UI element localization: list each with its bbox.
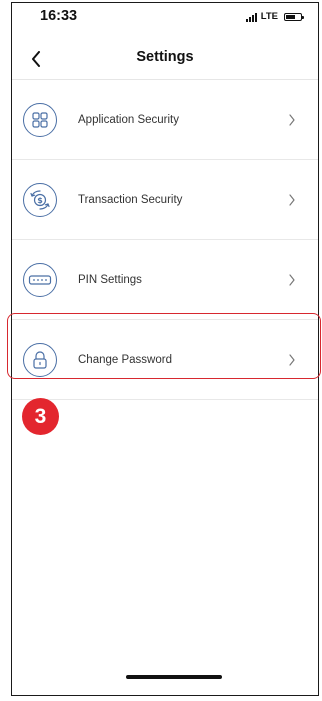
status-bar: 16:33 LTE: [12, 3, 318, 37]
settings-item-label: Application Security: [78, 113, 179, 126]
settings-item-label: Transaction Security: [78, 193, 183, 206]
chevron-right-icon: [289, 113, 295, 126]
dollar-shield-icon: $: [23, 182, 57, 217]
chevron-right-icon: [289, 353, 295, 366]
network-label: LTE: [260, 11, 278, 22]
nav-bar: Settings: [12, 41, 318, 77]
settings-item-pin-settings[interactable]: PIN Settings: [12, 240, 318, 320]
settings-item-application-security[interactable]: Application Security: [12, 80, 318, 160]
pin-dots-icon: [23, 262, 57, 297]
step-badge: 3: [22, 398, 59, 435]
settings-item-transaction-security[interactable]: $ Transaction Security: [12, 160, 318, 240]
home-indicator: [126, 675, 222, 679]
settings-item-label: PIN Settings: [78, 273, 142, 286]
page-title: Settings: [136, 49, 194, 65]
lock-icon: [23, 342, 57, 377]
settings-item-change-password[interactable]: Change Password: [12, 320, 318, 400]
status-time: 16:33: [40, 8, 78, 24]
chevron-right-icon: [289, 273, 295, 286]
phone-frame: 16:33 LTE Settings Application Security …: [11, 2, 319, 696]
svg-text:$: $: [37, 196, 43, 205]
chevron-right-icon: [289, 193, 295, 206]
settings-list: Application Security $ Transaction Secur…: [12, 80, 318, 400]
status-indicators: LTE: [245, 11, 304, 22]
grid-icon: [23, 102, 57, 137]
settings-item-label: Change Password: [78, 353, 172, 366]
signal-icon: [245, 12, 257, 22]
battery-icon: [284, 12, 304, 21]
